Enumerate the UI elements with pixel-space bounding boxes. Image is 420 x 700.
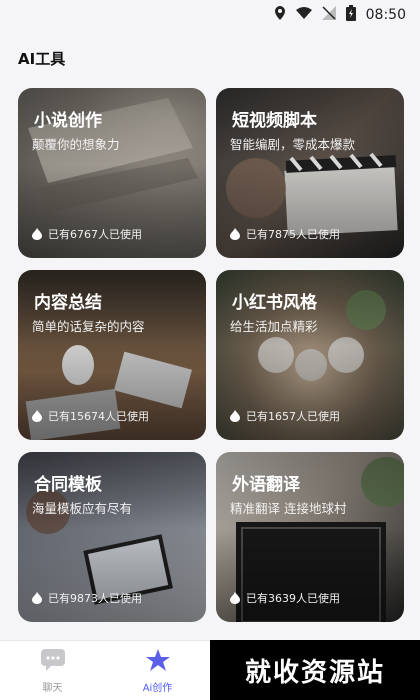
flame-icon: [32, 592, 42, 604]
status-bar: 08:50: [0, 0, 420, 30]
tab-label: Ai创作: [142, 682, 173, 694]
tool-card-xiaohongshu[interactable]: 小红书风格 给生活加点精彩 已有1657人已使用: [216, 270, 404, 440]
chat-icon: [40, 648, 66, 675]
card-subtitle: 精准翻译 连接地球村: [230, 501, 347, 516]
tool-card-contract[interactable]: 合同模板 海量模板应有尽有 已有9873人已使用: [18, 452, 206, 622]
card-subtitle: 海量模板应有尽有: [32, 501, 133, 516]
card-usage: 已有6767人已使用: [32, 226, 142, 242]
star-icon: [145, 648, 171, 675]
card-title: 小红书风格: [232, 293, 317, 313]
tab-chat[interactable]: 聊天: [0, 641, 105, 700]
card-usage: 已有9873人已使用: [32, 590, 142, 606]
card-usage: 已有1657人已使用: [230, 408, 340, 424]
card-subtitle: 给生活加点精彩: [230, 319, 318, 334]
flame-icon: [32, 228, 42, 240]
card-usage: 已有7875人已使用: [230, 226, 340, 242]
tool-card-summary[interactable]: 内容总结 简单的话复杂的内容 已有15674人已使用: [18, 270, 206, 440]
tool-card-translation[interactable]: 外语翻译 精准翻译 连接地球村 已有3639人已使用: [216, 452, 404, 622]
flame-icon: [230, 410, 240, 422]
location-icon: [274, 6, 286, 24]
tool-card-novel[interactable]: 小说创作 颠覆你的想象力 已有6767人已使用: [18, 88, 206, 258]
battery-icon: [345, 5, 356, 25]
tool-card-video-script[interactable]: 短视频脚本 智能编剧，零成本爆款 已有7875人已使用: [216, 88, 404, 258]
no-signal-icon: [321, 6, 336, 24]
status-time: 08:50: [365, 7, 406, 23]
card-title: 短视频脚本: [232, 111, 317, 131]
flame-icon: [32, 410, 42, 422]
flame-icon: [230, 228, 240, 240]
card-usage: 已有3639人已使用: [230, 590, 340, 606]
tab-ai-create[interactable]: Ai创作: [105, 641, 210, 700]
card-subtitle: 颠覆你的想象力: [32, 137, 120, 152]
card-title: 内容总结: [34, 293, 102, 313]
flame-icon: [230, 592, 240, 604]
card-title: 小说创作: [34, 111, 102, 131]
tab-label: 聊天: [42, 682, 63, 694]
wifi-icon: [295, 7, 312, 23]
card-usage: 已有15674人已使用: [32, 408, 149, 424]
card-title: 合同模板: [34, 475, 102, 495]
card-title: 外语翻译: [232, 475, 300, 495]
card-subtitle: 简单的话复杂的内容: [32, 319, 145, 334]
watermark: 就收资源站: [210, 640, 420, 700]
card-subtitle: 智能编剧，零成本爆款: [230, 137, 356, 152]
section-title: AI工具: [18, 50, 66, 68]
